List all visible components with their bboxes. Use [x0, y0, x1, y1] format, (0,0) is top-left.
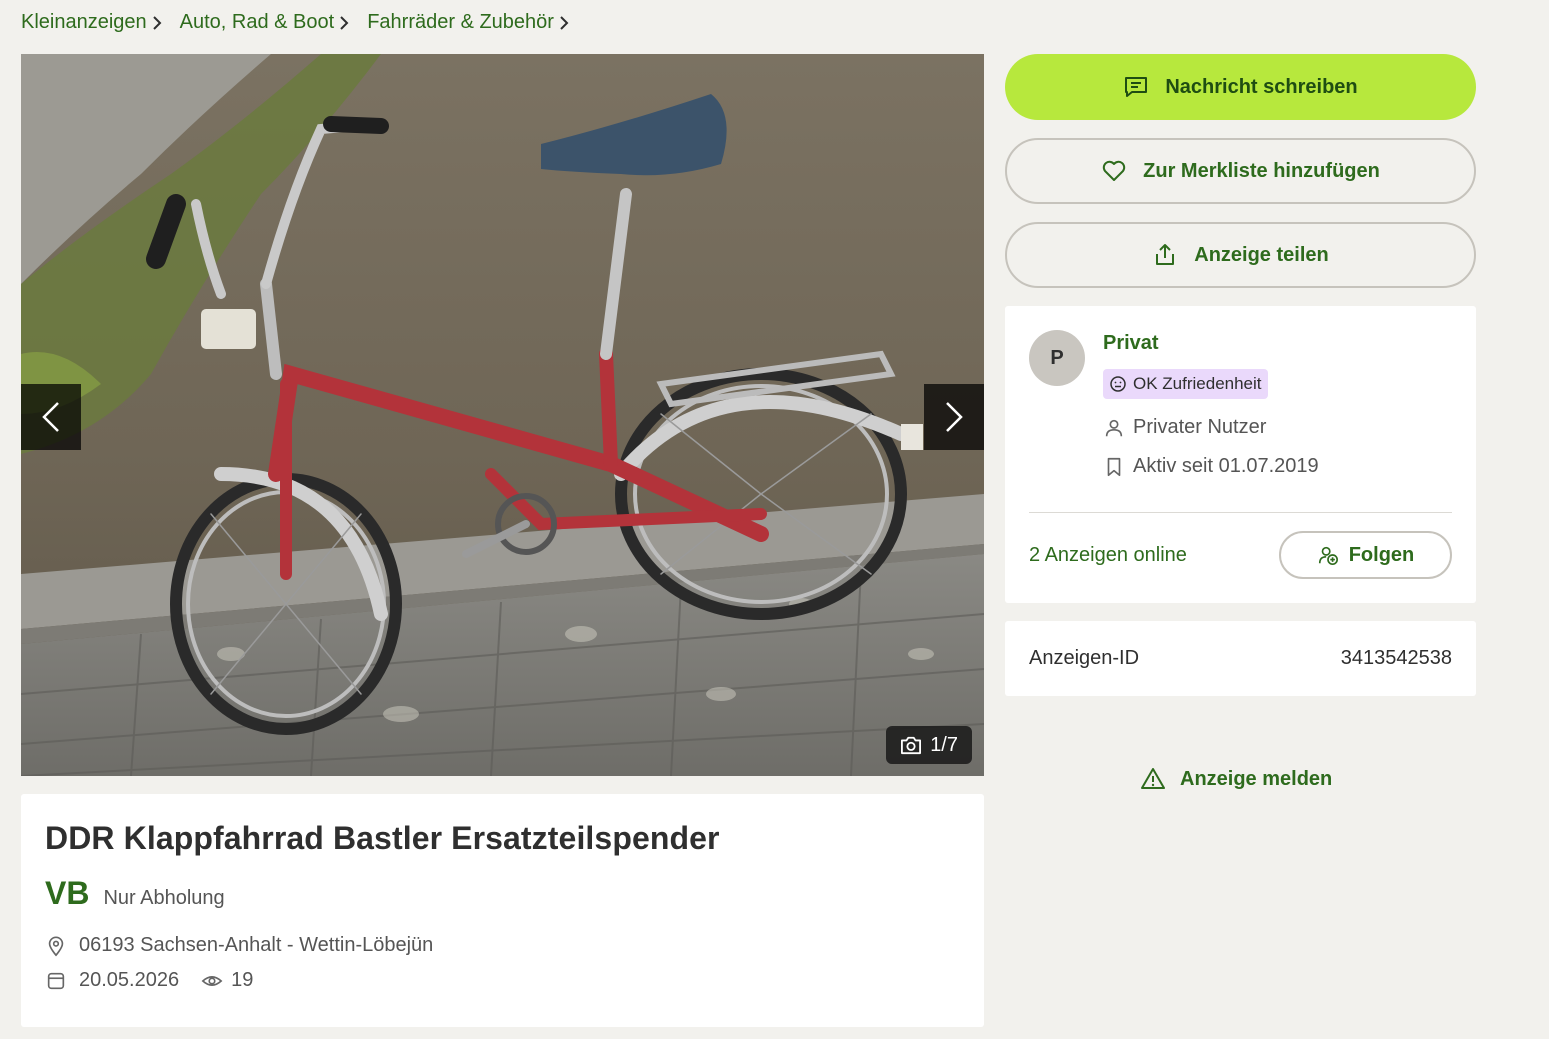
follow-button[interactable]: Folgen: [1279, 531, 1452, 579]
chevron-right-icon: [560, 15, 569, 30]
listing-details: DDR Klappfahrrad Bastler Ersatzteilspend…: [21, 794, 984, 1027]
camera-icon: [901, 736, 922, 755]
breadcrumb-label: Kleinanzeigen: [21, 11, 147, 33]
active-since-label: Aktiv seit 01.07.2019: [1133, 455, 1319, 477]
location-row: 06193 Sachsen-Anhalt - Wettin-Löbejün: [45, 934, 960, 957]
breadcrumb-item-auto-rad-boot[interactable]: Auto, Rad & Boot: [180, 11, 350, 34]
ad-id-value: 3413542538: [1340, 647, 1452, 669]
eye-icon: [201, 975, 223, 986]
message-icon: [1125, 77, 1148, 97]
seller-name[interactable]: Privat: [1103, 332, 1159, 355]
breadcrumb-item-kleinanzeigen[interactable]: Kleinanzeigen: [21, 11, 162, 34]
avatar[interactable]: P: [1029, 330, 1085, 386]
listing-photo[interactable]: [21, 54, 984, 776]
watchlist-button-label: Zur Merkliste hinzufügen: [1143, 159, 1380, 182]
shipping-info: Nur Abholung: [103, 887, 225, 909]
listing-title: DDR Klappfahrrad Bastler Ersatzteilspend…: [45, 820, 720, 856]
views-count: 19: [201, 969, 253, 992]
image-counter: 1/7: [886, 726, 972, 764]
seller-type: Privater Nutzer: [1103, 416, 1266, 439]
chevron-right-icon: [152, 15, 162, 30]
message-button-label: Nachricht schreiben: [1165, 75, 1358, 98]
heart-icon: [1102, 160, 1126, 181]
chevron-right-icon: [946, 402, 963, 432]
breadcrumb: Kleinanzeigen Auto, Rad & Boot Fahrräder…: [21, 11, 569, 34]
smiley-icon: [1110, 376, 1126, 392]
price-row: VB Nur Abholung: [45, 875, 960, 912]
satisfaction-badge: OK Zufriedenheit: [1103, 369, 1268, 399]
views-value: 19: [231, 969, 254, 991]
add-to-watchlist-button[interactable]: Zur Merkliste hinzufügen: [1005, 138, 1476, 204]
location-pin-icon: [48, 935, 64, 956]
seller-card: P Privat OK Zufriedenheit Privater Nutze…: [1005, 306, 1476, 603]
breadcrumb-label: Fahrräder & Zubehör: [367, 11, 554, 33]
chevron-right-icon: [340, 15, 349, 30]
ad-id-box: Anzeigen-ID 3413542538: [1005, 621, 1476, 696]
seller-ads-link[interactable]: 2 Anzeigen online: [1029, 544, 1187, 567]
listing-price: VB: [45, 875, 90, 911]
listing-location: 06193 Sachsen-Anhalt - Wettin-Löbejün: [79, 934, 434, 956]
bookmark-icon: [1107, 457, 1121, 476]
report-ad-label: Anzeige melden: [1180, 767, 1333, 790]
report-ad-link[interactable]: Anzeige melden: [1140, 766, 1332, 792]
gallery-prev-button[interactable]: [21, 384, 81, 450]
share-icon: [1156, 244, 1175, 265]
user-icon: [1105, 419, 1123, 436]
listing-date: 20.05.2026: [79, 969, 180, 991]
satisfaction-label: OK Zufriedenheit: [1133, 374, 1262, 393]
breadcrumb-label: Auto, Rad & Boot: [179, 11, 335, 33]
divider: [1029, 512, 1452, 513]
gallery-next-button[interactable]: [924, 384, 984, 450]
seller-type-label: Privater Nutzer: [1133, 416, 1267, 438]
share-ad-button[interactable]: Anzeige teilen: [1005, 222, 1476, 288]
image-gallery[interactable]: 1/7: [21, 54, 984, 776]
image-counter-text: 1/7: [930, 733, 958, 756]
breadcrumb-item-fahrraeder-zubehoer[interactable]: Fahrräder & Zubehör: [367, 11, 569, 34]
chevron-left-icon: [42, 402, 59, 432]
share-button-label: Anzeige teilen: [1194, 243, 1329, 266]
warning-icon: [1141, 768, 1165, 789]
active-since: Aktiv seit 01.07.2019: [1103, 455, 1319, 478]
ad-id-label: Anzeigen-ID: [1029, 647, 1140, 669]
calendar-icon: [47, 972, 65, 989]
message-button[interactable]: Nachricht schreiben: [1005, 54, 1476, 120]
user-plus-icon: [1318, 546, 1338, 565]
date-row: 20.05.2026 19: [45, 969, 960, 992]
follow-button-label: Folgen: [1348, 543, 1415, 566]
